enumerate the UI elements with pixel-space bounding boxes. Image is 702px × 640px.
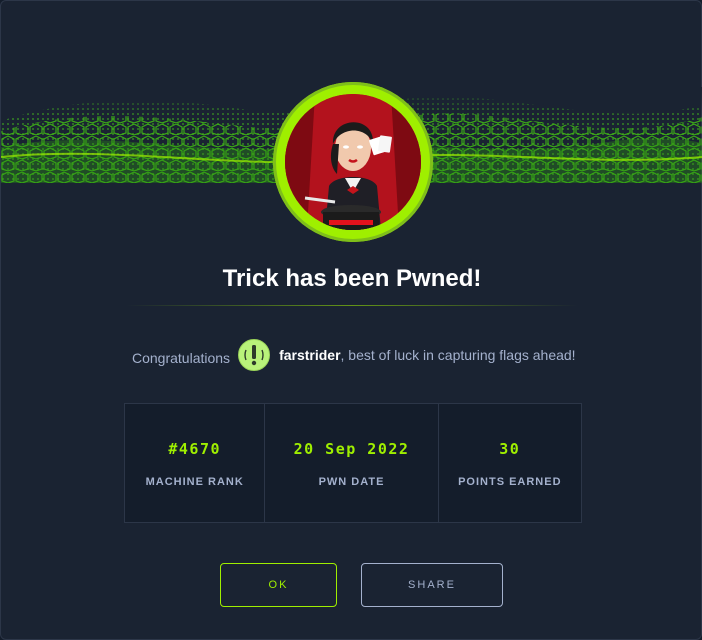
username-link[interactable]: farstrider [279,347,340,363]
stat-points-earned: 30 POINTS EARNED [437,404,581,522]
stat-pwn-date: 20 Sep 2022 PWN DATE [264,404,437,522]
congrats-lead: Congratulations [132,350,231,366]
machine-avatar [273,82,433,242]
ok-button[interactable]: OK [220,563,337,607]
stat-value: 30 [499,440,521,458]
stat-label: MACHINE RANK [145,476,244,488]
magician-avatar-icon [285,94,421,230]
share-button[interactable]: SHARE [361,563,503,607]
stat-value: #4670 [168,440,222,458]
stat-label: POINTS EARNED [458,476,562,488]
pwned-title: Trick has been Pwned! [222,265,482,292]
stats-panel: #4670 MACHINE RANK 20 Sep 2022 PWN DATE … [124,403,582,523]
user-avatar-icon [238,339,271,371]
stat-value: 20 Sep 2022 [293,440,410,458]
title-divider [126,305,578,306]
congrats-rest: , best of luck in capturing flags ahead! [340,347,576,363]
stat-label: PWN DATE [318,476,385,488]
congrats-message: Congratulations farstrider , best of luc… [132,339,592,371]
stat-machine-rank: #4670 MACHINE RANK [125,404,264,522]
pwned-dialog: Trick has been Pwned! Congratulations fa… [0,0,702,640]
